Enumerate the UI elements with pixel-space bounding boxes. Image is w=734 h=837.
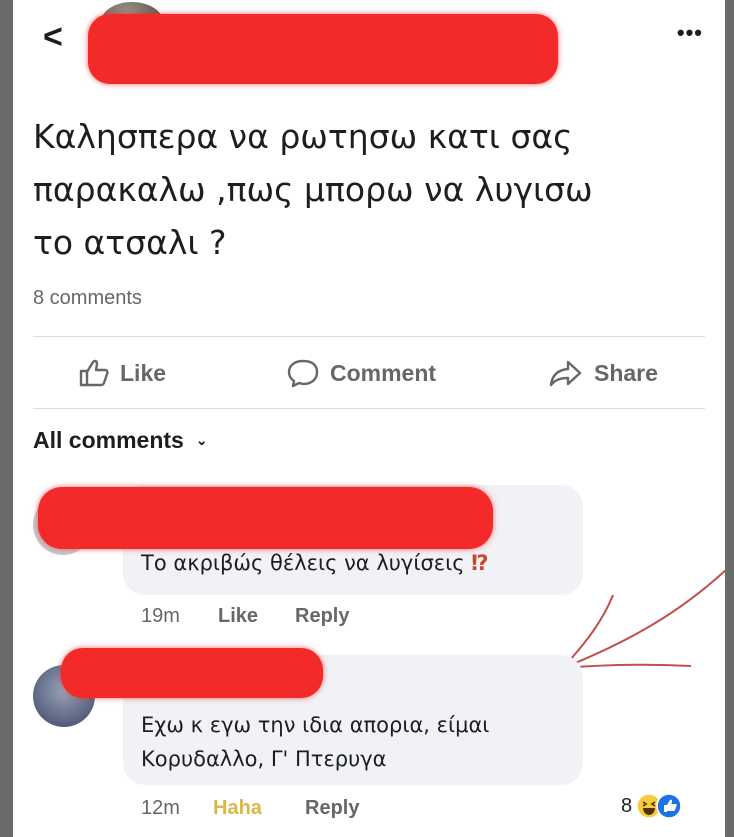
interrobang-icon: ⁉ bbox=[471, 551, 489, 575]
comment-label: Comment bbox=[330, 359, 437, 386]
thumbs-up-icon bbox=[79, 359, 109, 387]
redacted-commenter-name bbox=[61, 648, 323, 698]
like-label: Like bbox=[120, 359, 167, 386]
comments-count[interactable]: 8 comments bbox=[33, 287, 142, 310]
post-card: < ••• Καλησπερα να ρωτησω κατι σας παρακ… bbox=[13, 0, 725, 837]
comment-time: 12m bbox=[141, 797, 180, 819]
reaction-count: 8 bbox=[621, 794, 633, 817]
share-label: Share bbox=[594, 359, 658, 386]
share-button[interactable]: Share bbox=[548, 358, 658, 388]
chevron-down-icon: ⌄ bbox=[195, 432, 208, 448]
comment-button[interactable]: Comment bbox=[286, 358, 436, 388]
divider-top bbox=[33, 336, 705, 337]
like-button[interactable]: Like bbox=[78, 358, 166, 388]
comments-filter-dropdown[interactable]: All comments ⌄ bbox=[33, 427, 208, 454]
comment-text: Το ακριβώς θέλεις να λυγίσεις ⁉ bbox=[141, 546, 489, 580]
back-button[interactable]: < bbox=[43, 18, 63, 57]
like-reaction-icon bbox=[656, 793, 682, 819]
redacted-commenter-name bbox=[38, 487, 493, 549]
comment-haha-reaction[interactable]: Haha bbox=[213, 797, 262, 820]
post-text: Καλησπερα να ρωτησω κατι σας παρακαλω ,π… bbox=[33, 117, 593, 262]
comment-reply-button[interactable]: Reply bbox=[305, 797, 359, 820]
comment-like-button[interactable]: Like bbox=[218, 605, 258, 628]
comment-reply-button[interactable]: Reply bbox=[295, 605, 349, 628]
redacted-poster-name bbox=[88, 14, 558, 84]
comments-filter-label: All comments bbox=[33, 427, 184, 453]
speech-bubble-icon bbox=[287, 359, 319, 388]
comment-text: Εχω κ εγω την ιδια απορια, είμαι Κορυδαλ… bbox=[141, 713, 490, 771]
more-options-icon[interactable]: ••• bbox=[677, 20, 703, 46]
share-arrow-icon bbox=[549, 360, 582, 387]
reaction-summary[interactable]: 8 bbox=[621, 793, 682, 819]
divider-bottom bbox=[33, 408, 705, 409]
comment-body: Το ακριβώς θέλεις να λυγίσεις bbox=[141, 551, 465, 575]
comment-time: 19m bbox=[141, 605, 180, 627]
